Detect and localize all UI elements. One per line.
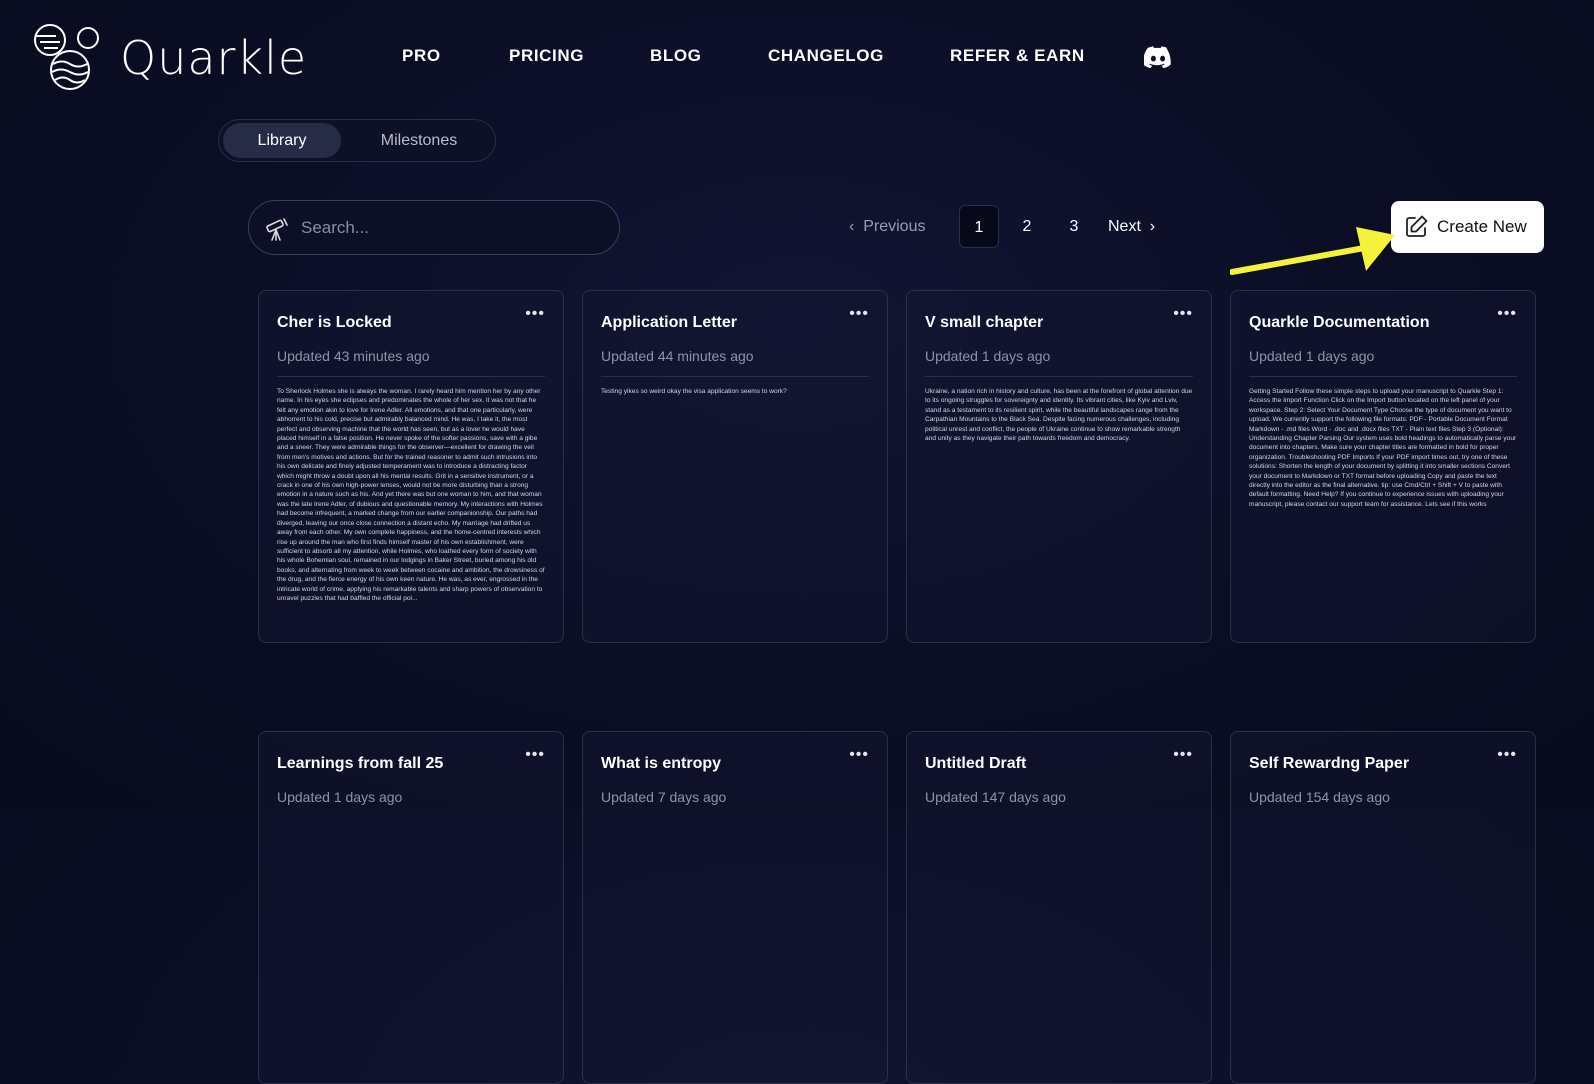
- document-card[interactable]: Application Letter ••• Updated 44 minute…: [582, 290, 888, 643]
- card-title: Learnings from fall 25: [277, 755, 444, 772]
- more-options-icon[interactable]: •••: [1497, 746, 1517, 764]
- annotation-arrow: [1230, 227, 1395, 275]
- more-options-icon[interactable]: •••: [849, 746, 869, 764]
- card-updated: Updated 147 days ago: [925, 789, 1066, 805]
- pagination-page-2[interactable]: 2: [1007, 205, 1047, 248]
- nav-pricing[interactable]: PRICING: [509, 46, 584, 66]
- more-options-icon[interactable]: •••: [525, 746, 545, 764]
- tab-milestones[interactable]: Milestones: [349, 123, 489, 158]
- discord-link[interactable]: [1143, 46, 1172, 73]
- card-updated: Updated 43 minutes ago: [277, 348, 430, 364]
- card-updated: Updated 154 days ago: [1249, 789, 1390, 805]
- document-card[interactable]: V small chapter ••• Updated 1 days ago U…: [906, 290, 1212, 643]
- card-title: Untitled Draft: [925, 755, 1027, 772]
- document-card[interactable]: What is entropy ••• Updated 7 days ago: [582, 731, 888, 1084]
- pagination-next-label: Next: [1108, 218, 1141, 235]
- search-input[interactable]: [299, 211, 603, 245]
- document-card[interactable]: Untitled Draft ••• Updated 147 days ago: [906, 731, 1212, 1084]
- pagination-previous-label: Previous: [863, 218, 926, 235]
- pagination-next[interactable]: Next ›: [1108, 205, 1155, 248]
- card-updated: Updated 1 days ago: [925, 348, 1051, 364]
- nav-refer-earn[interactable]: REFER & EARN: [950, 46, 1085, 66]
- nav-blog[interactable]: BLOG: [650, 46, 702, 66]
- nav-changelog[interactable]: CHANGELOG: [768, 46, 884, 66]
- card-divider: [277, 376, 545, 377]
- pagination-previous[interactable]: ‹ Previous: [849, 205, 925, 248]
- card-updated: Updated 1 days ago: [277, 789, 403, 805]
- more-options-icon[interactable]: •••: [849, 305, 869, 323]
- create-new-label: Create New: [1437, 217, 1527, 236]
- card-preview: To Sherlock Holmes she is always the wom…: [277, 388, 545, 602]
- more-options-icon[interactable]: •••: [525, 305, 545, 323]
- document-card[interactable]: Self Rewardng Paper ••• Updated 154 days…: [1230, 731, 1536, 1084]
- card-divider: [1249, 376, 1517, 377]
- card-title: Cher is Locked: [277, 314, 392, 331]
- card-divider: [925, 376, 1193, 377]
- search-bar: [248, 200, 620, 255]
- more-options-icon[interactable]: •••: [1173, 305, 1193, 323]
- view-toggle: Library Milestones: [218, 119, 496, 162]
- tab-library[interactable]: Library: [223, 123, 341, 158]
- top-nav: PRO PRICING BLOG CHANGELOG REFER & EARN: [0, 46, 1594, 70]
- chevron-right-icon: ›: [1149, 218, 1156, 235]
- card-divider: [601, 376, 869, 377]
- card-preview: Ukraine, a nation rich in history and cu…: [925, 388, 1193, 443]
- card-title: Quarkle Documentation: [1249, 314, 1430, 331]
- document-card[interactable]: Cher is Locked ••• Updated 43 minutes ag…: [258, 290, 564, 643]
- more-options-icon[interactable]: •••: [1497, 305, 1517, 323]
- create-new-button[interactable]: Create New: [1391, 201, 1544, 253]
- card-title: V small chapter: [925, 314, 1044, 331]
- telescope-icon: [266, 218, 288, 241]
- nav-pro[interactable]: PRO: [402, 46, 441, 66]
- card-title: Application Letter: [601, 314, 738, 331]
- card-title: What is entropy: [601, 755, 722, 772]
- edit-icon: [1406, 215, 1428, 237]
- discord-icon: [1143, 46, 1171, 69]
- card-updated: Updated 1 days ago: [1249, 348, 1375, 364]
- pagination-page-3[interactable]: 3: [1054, 205, 1094, 248]
- pagination-page-1[interactable]: 1: [959, 205, 999, 248]
- card-preview: Testing yikes so weird okay the visa app…: [601, 388, 787, 395]
- more-options-icon[interactable]: •••: [1173, 746, 1193, 764]
- document-card[interactable]: Learnings from fall 25 ••• Updated 1 day…: [258, 731, 564, 1084]
- card-preview: Getting Started Follow these simple step…: [1249, 388, 1517, 508]
- card-title: Self Rewardng Paper: [1249, 755, 1410, 772]
- document-card[interactable]: Quarkle Documentation ••• Updated 1 days…: [1230, 290, 1536, 643]
- card-updated: Updated 7 days ago: [601, 789, 727, 805]
- card-updated: Updated 44 minutes ago: [601, 348, 754, 364]
- chevron-left-icon: ‹: [849, 218, 855, 235]
